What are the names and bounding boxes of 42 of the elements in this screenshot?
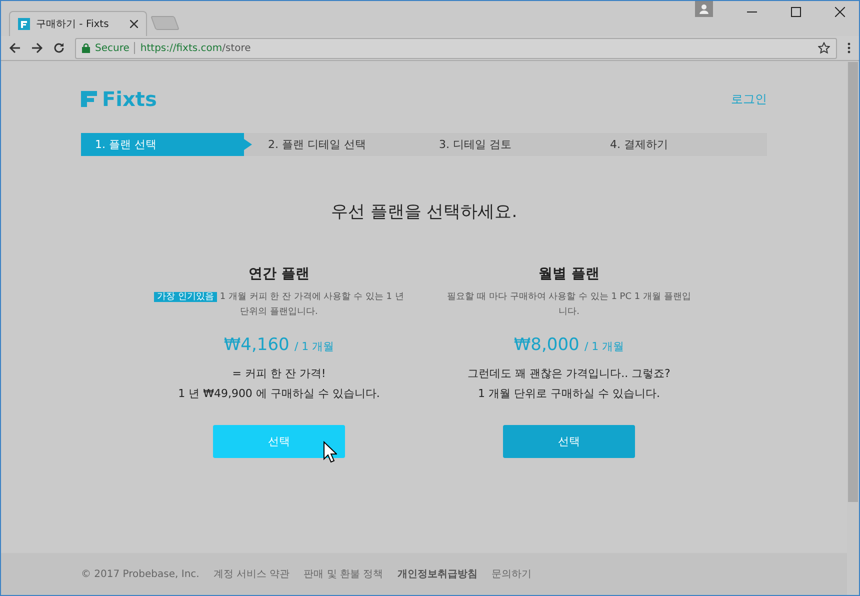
logo-icon (81, 91, 97, 107)
step-tab[interactable]: 4. 결제하기 (596, 133, 767, 156)
footer-link[interactable]: 문의하기 (491, 567, 532, 581)
forward-icon[interactable] (31, 42, 43, 54)
reload-icon[interactable] (53, 42, 65, 54)
footer-link[interactable]: 개인정보취급방침 (397, 567, 478, 581)
close-icon[interactable] (130, 20, 138, 28)
logo-icon (18, 18, 30, 30)
step-tab[interactable]: 1. 플랜 선택 (81, 133, 252, 156)
maximize-icon[interactable] (791, 7, 801, 17)
step-tab[interactable]: 2. 플랜 디테일 선택 (254, 133, 425, 156)
menu-icon[interactable] (847, 42, 851, 54)
footer-link[interactable]: 계정 서비스 약관 (213, 567, 290, 581)
plan-title: 연간 플랜 (248, 265, 310, 283)
login-link[interactable]: 로그인 (731, 90, 767, 108)
url-text: https://fixts.com/store (140, 42, 251, 54)
star-icon[interactable] (818, 42, 830, 54)
popular-badge: 가장 인기있음 (154, 292, 217, 302)
step-tab[interactable]: 3. 디테일 검토 (425, 133, 596, 156)
tab-title: 구매하기 - Fixts (36, 18, 110, 31)
browser-tab[interactable]: 구매하기 - Fixts (9, 11, 147, 36)
plan-description: 필요할 때 마다 구매하여 사용할 수 있는 1 PC 1 개월 플랜입니다. (446, 291, 692, 319)
plan-note: 그런데도 꽤 괜찮은 가격입니다.. 그렇죠? (468, 366, 670, 381)
plan-price: ₩8,000 / 1 개월 (514, 335, 624, 355)
select-button[interactable]: 선택 (503, 425, 635, 458)
plan-note: 1 년 ₩49,900 에 구매하실 수 있습니다. (178, 386, 380, 401)
plan-description: 가장 인기있음 1 개월 커피 한 잔 가격에 사용할 수 있는 1 년 단위의 플랜입니다. (154, 290, 404, 320)
close-icon[interactable] (835, 7, 845, 17)
page-heading: 우선 플랜을 선택하세요. (330, 201, 518, 223)
logo-text: Fixts (102, 87, 157, 111)
plan-title: 월별 플랜 (538, 265, 600, 283)
secure-label: Secure (95, 42, 130, 54)
footer-link[interactable]: © 2017 Probebase, Inc. (81, 568, 200, 580)
user-icon[interactable] (695, 1, 713, 17)
plan-note: 1 개월 단위로 구매하실 수 있습니다. (478, 386, 660, 401)
address-bar[interactable]: Secure https://fixts.com/store (75, 38, 837, 58)
back-icon[interactable] (9, 42, 21, 54)
footer-link[interactable]: 판매 및 환불 정책 (304, 567, 384, 581)
plan-note: = 커피 한 잔 가격! (232, 366, 326, 381)
plan-price: ₩4,160 / 1 개월 (224, 335, 334, 355)
lock-icon (82, 43, 90, 53)
cursor-icon (323, 441, 337, 463)
